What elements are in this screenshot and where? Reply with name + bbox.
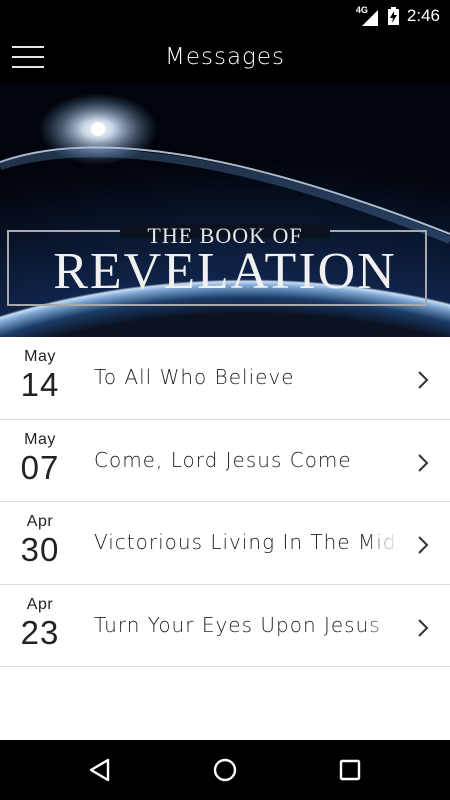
message-row[interactable]: Apr 30 Victorious Living In The Midst [0,502,450,585]
back-triangle-icon[interactable] [86,756,114,784]
message-row[interactable]: May 07 Come, Lord Jesus Come [0,419,450,502]
chevron-right-icon [418,618,429,637]
status-icons: 4G 2:46 [356,0,440,32]
date-month: Apr [26,595,54,613]
date-month: Apr [26,513,54,530]
message-date: May 14 [10,347,70,403]
banner-title: REVELATION [53,243,397,300]
message-title: Come, Lord Jesus Come [94,447,352,472]
status-clock: 2:46 [406,6,440,25]
chevron-right-icon [418,453,429,472]
status-bar: 4G 2:46 [0,0,450,32]
message-title: Victorious Living In The Midst [94,530,400,554]
date-day: 23 [20,613,60,651]
date-month: May [24,430,56,448]
message-row[interactable]: Apr 23 Turn Your Eyes Upon Jesus [0,584,450,667]
message-date: Apr 30 [10,512,70,568]
message-date: Apr 23 [10,595,70,651]
recents-square-icon[interactable] [336,756,364,784]
message-list: May 14 To All Who Believe May 07 Come, L… [0,337,450,667]
page-title: Messages [165,44,285,70]
home-circle-icon[interactable] [211,756,239,784]
message-title: To All Who Believe [94,365,295,389]
app-bar: Messages [0,32,450,84]
date-day: 14 [20,366,60,403]
chevron-right-icon [418,371,429,389]
battery-charging-icon [387,7,399,25]
message-row[interactable]: May 14 To All Who Believe [0,337,450,420]
system-nav-bar [0,740,450,800]
date-day: 07 [20,448,60,486]
message-title: Turn Your Eyes Upon Jesus [94,612,381,637]
cell-signal-icon: 4G [356,5,380,26]
date-month: May [24,348,56,365]
message-date: May 07 [10,430,70,486]
chevron-right-icon [418,536,429,554]
series-banner-image: THE BOOK OF REVELATION [0,84,450,337]
date-day: 30 [20,531,60,568]
